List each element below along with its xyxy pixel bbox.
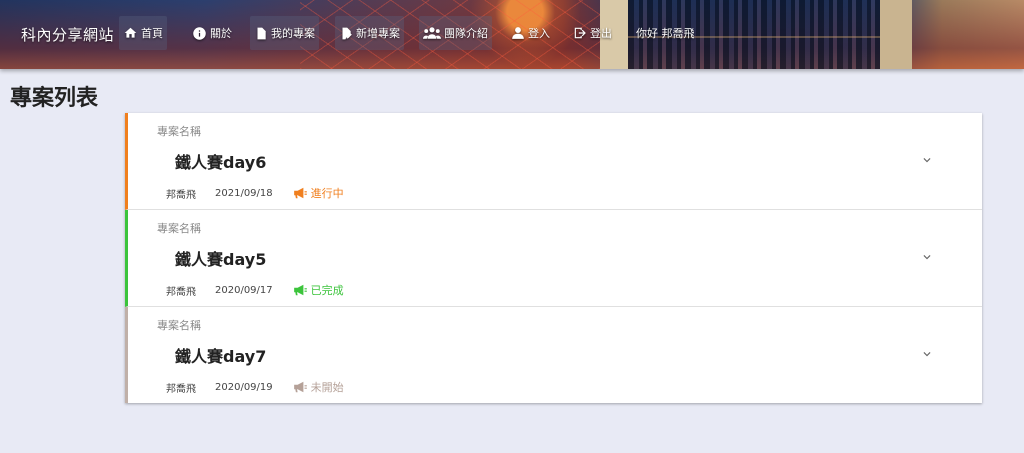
project-owner: 邦喬飛 [166, 189, 196, 201]
megaphone-icon [293, 381, 307, 393]
project-owner: 邦喬飛 [166, 286, 196, 298]
nav-logout-label: 登出 [590, 27, 612, 40]
project-caption: 專案名稱 [157, 125, 201, 138]
project-date: 2020/09/17 [215, 284, 273, 296]
chevron-down-icon[interactable] [920, 153, 934, 167]
project-status: 已完成 [293, 282, 344, 298]
project-status-label: 進行中 [310, 187, 344, 200]
project-meta: 邦喬飛 2020/09/17 已完成 [166, 282, 344, 298]
project-meta: 邦喬飛 2020/09/19 未開始 [166, 379, 344, 395]
logout-icon [574, 27, 586, 39]
nav-my-projects[interactable]: 我的專案 [250, 16, 319, 50]
chevron-down-icon[interactable] [920, 250, 934, 264]
project-status: 未開始 [293, 379, 344, 395]
nav-logout[interactable]: 登出 [573, 16, 612, 50]
nav-team-label: 團隊介紹 [444, 27, 488, 40]
project-caption: 專案名稱 [157, 319, 201, 332]
project-meta: 邦喬飛 2021/09/18 進行中 [166, 185, 344, 201]
megaphone-icon [293, 284, 307, 296]
project-owner: 邦喬飛 [166, 383, 196, 395]
nav-about[interactable]: 關於 [192, 16, 232, 50]
project-name: 鐵人賽day5 [175, 250, 267, 269]
project-status: 進行中 [293, 185, 344, 201]
nav-my-projects-label: 我的專案 [271, 27, 315, 40]
project-panel[interactable]: 專案名稱 鐵人賽day5 邦喬飛 2020/09/17 已完成 [125, 210, 982, 307]
person-icon [512, 27, 524, 39]
user-greeting: 你好 邦喬飛 [636, 27, 695, 40]
megaphone-icon [293, 187, 307, 199]
project-name: 鐵人賽day7 [175, 347, 267, 366]
nav-login-label: 登入 [528, 27, 550, 40]
project-caption: 專案名稱 [157, 222, 201, 235]
project-date: 2020/09/19 [215, 381, 273, 393]
nav-new-project-label: 新增專案 [356, 27, 400, 40]
page-title: 專案列表 [10, 86, 99, 111]
project-status-label: 未開始 [310, 381, 344, 394]
group-icon [423, 27, 441, 39]
chevron-down-icon[interactable] [920, 347, 934, 361]
nav-home-label: 首頁 [141, 27, 163, 40]
project-status-label: 已完成 [310, 284, 344, 297]
top-navbar: 科內分享網站 首頁 關於 我的專案 新增專案 團隊介紹 登入 登出 你好 邦喬飛 [0, 0, 1024, 69]
project-panel[interactable]: 專案名稱 鐵人賽day6 邦喬飛 2021/09/18 進行中 [125, 113, 982, 210]
nav-about-label: 關於 [210, 27, 232, 40]
site-brand[interactable]: 科內分享網站 [21, 24, 114, 45]
document-icon [257, 27, 266, 39]
nav-login[interactable]: 登入 [511, 16, 550, 50]
project-panel[interactable]: 專案名稱 鐵人賽day7 邦喬飛 2020/09/19 未開始 [125, 307, 982, 403]
nav-new-project[interactable]: 新增專案 [335, 16, 404, 50]
info-icon [193, 26, 206, 40]
edit-document-icon [342, 27, 352, 39]
project-date: 2021/09/18 [215, 187, 273, 199]
project-name: 鐵人賽day6 [175, 153, 267, 172]
nav-home[interactable]: 首頁 [119, 16, 167, 50]
nav-team[interactable]: 團隊介紹 [419, 16, 492, 50]
project-list: 專案名稱 鐵人賽day6 邦喬飛 2021/09/18 進行中 專案名稱 鐵人賽… [125, 113, 982, 403]
home-icon [124, 27, 137, 38]
